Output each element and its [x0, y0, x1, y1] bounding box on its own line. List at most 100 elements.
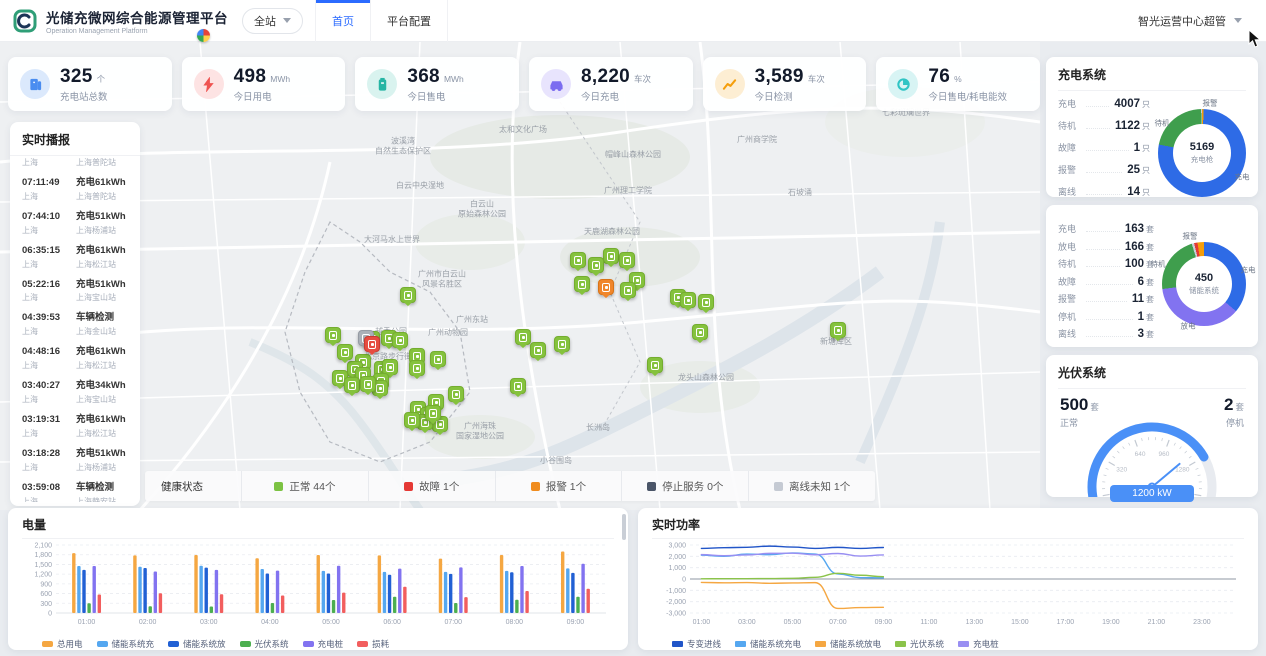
kpi-unit: %	[954, 74, 962, 84]
svg-text:0: 0	[682, 577, 686, 584]
legend-item-专变进线[interactable]: 专变进线	[672, 638, 721, 650]
station-marker-green[interactable]	[430, 351, 446, 367]
station-marker-green[interactable]	[530, 342, 546, 358]
broadcast-city: 上海	[22, 394, 76, 405]
broadcast-station: 上海宝山站	[76, 292, 130, 303]
legend-item-储能系统充电[interactable]: 储能系统充电	[735, 638, 801, 650]
broadcast-time: 05:22:16	[22, 279, 76, 291]
station-marker-green[interactable]	[360, 376, 376, 392]
station-marker-green[interactable]	[515, 329, 531, 345]
charging-system-title: 充电系统	[1058, 66, 1246, 91]
station-marker-green[interactable]	[603, 248, 619, 264]
health-item-故障[interactable]: 故障 1个	[368, 471, 495, 501]
kpi-card-1: 498MWh今日用电	[182, 57, 346, 111]
station-marker-green[interactable]	[692, 324, 708, 340]
charger-glyph-icon	[336, 374, 344, 383]
station-marker-green[interactable]	[647, 357, 663, 373]
legend-item-光伏系统[interactable]: 光伏系统	[895, 638, 944, 650]
charging-system-panel: 充电系统 充电4007只待机1122只故障1只报警25只离线14只 5169充电…	[1046, 57, 1258, 197]
stat-label: 停机	[1058, 310, 1084, 323]
charger-glyph-icon	[558, 340, 566, 349]
station-marker-green[interactable]	[400, 287, 416, 303]
legend-item-储能系统放电[interactable]: 储能系统放电	[815, 638, 881, 650]
broadcast-event: 充电61kWh	[76, 346, 130, 358]
health-item-报警[interactable]: 报警 1个	[495, 471, 622, 501]
site-selector-dropdown[interactable]: 全站	[242, 8, 303, 34]
broadcast-title: 实时播报	[10, 122, 140, 156]
stat-unit: 套	[1146, 294, 1154, 305]
stat-label: 报警	[1058, 163, 1084, 176]
station-marker-green[interactable]	[392, 332, 408, 348]
stat-leader	[1086, 284, 1133, 285]
health-status-title: 健康状态	[145, 479, 241, 494]
legend-item-充电桩[interactable]: 充电桩	[958, 638, 999, 650]
station-marker-orange[interactable]	[598, 279, 614, 295]
legend-swatch	[357, 641, 368, 647]
tab-platform-config[interactable]: 平台配置	[371, 0, 448, 42]
station-marker-green[interactable]	[409, 360, 425, 376]
broadcast-list[interactable]: 07:11:49上海充电61kWh上海普陀站07:11:49上海充电61kWh上…	[10, 156, 140, 502]
stat-label: 离线	[1058, 185, 1084, 198]
charger-glyph-icon	[434, 355, 442, 364]
stat-unit: 只	[1142, 165, 1150, 176]
stat-value: 100	[1125, 258, 1144, 270]
station-marker-green[interactable]	[698, 294, 714, 310]
broadcast-row: 04:39:53上海车辆检测上海金山站	[22, 312, 130, 337]
panel-stat-row: 报警25只	[1058, 163, 1150, 185]
legend-label: 总用电	[57, 638, 83, 650]
legend-label: 储能系统充电	[750, 638, 801, 650]
station-marker-green[interactable]	[325, 327, 341, 343]
svg-text:01:00: 01:00	[693, 619, 711, 626]
kpi-card-0: 325个充电站总数	[8, 57, 172, 111]
station-marker-green[interactable]	[337, 344, 353, 360]
svg-text:960: 960	[1159, 451, 1170, 458]
stat-unit: 套	[1146, 242, 1154, 253]
stat-value: 1	[1138, 311, 1144, 323]
station-marker-green[interactable]	[425, 405, 441, 421]
health-label: 离线未知 1个	[789, 479, 850, 494]
kpi-value: 76	[928, 66, 950, 88]
svg-text:1,800: 1,800	[34, 552, 52, 559]
station-marker-green[interactable]	[510, 378, 526, 394]
broadcast-city: 上海	[22, 428, 76, 439]
tab-home[interactable]: 首页	[315, 0, 371, 42]
health-item-离线未知[interactable]: 离线未知 1个	[748, 471, 875, 501]
efficiency-icon	[888, 69, 918, 99]
legend-item-光伏系统[interactable]: 光伏系统	[240, 638, 289, 650]
station-marker-green[interactable]	[404, 412, 420, 428]
station-marker-red[interactable]	[364, 336, 380, 352]
legend-item-总用电[interactable]: 总用电	[42, 638, 83, 650]
legend-item-储能系统充[interactable]: 储能系统充	[97, 638, 155, 650]
charger-glyph-icon	[834, 326, 842, 335]
city-map[interactable]: 波溪湾 自然生态保护区白云中央湿地太和文化广场帽峰山森林公园广州商学院七彩斑斓世…	[0, 42, 1040, 510]
station-marker-green[interactable]	[619, 252, 635, 268]
health-label: 停止服务 0个	[662, 479, 723, 494]
svg-text:600: 600	[40, 591, 52, 598]
station-marker-green[interactable]	[554, 336, 570, 352]
user-menu[interactable]: 智光运营中心超管	[1138, 13, 1242, 29]
station-marker-green[interactable]	[830, 322, 846, 338]
health-item-正常[interactable]: 正常 44个	[241, 471, 368, 501]
storage-system-panel: 充电163套放电166套待机100套故障6套报警11套停机1套离线3套 450储…	[1046, 205, 1258, 347]
station-marker-green[interactable]	[588, 257, 604, 273]
stat-leader	[1086, 266, 1120, 267]
legend-item-储能系统放[interactable]: 储能系统放	[168, 638, 226, 650]
legend-item-损耗[interactable]: 损耗	[357, 638, 389, 650]
station-marker-green[interactable]	[620, 282, 636, 298]
health-item-停止服务[interactable]: 停止服务 0个	[621, 471, 748, 501]
station-marker-green[interactable]	[570, 252, 586, 268]
broadcast-event-col: 充电61kWh上海松江站	[76, 245, 130, 270]
power-chart-card: 实时功率 3,0002,0001,0000-1,000-2,000-3,0000…	[638, 508, 1258, 650]
charger-glyph-icon	[429, 409, 437, 418]
station-marker-green[interactable]	[680, 292, 696, 308]
legend-item-充电桩[interactable]: 充电桩	[303, 638, 344, 650]
broadcast-city: 上海	[22, 326, 76, 337]
charger-glyph-icon	[534, 346, 542, 355]
broadcast-city: 上海	[22, 292, 76, 303]
card-scrollbar[interactable]	[622, 514, 626, 540]
svg-text:1280: 1280	[1175, 467, 1190, 474]
station-marker-green[interactable]	[574, 276, 590, 292]
station-marker-green[interactable]	[448, 386, 464, 402]
charger-glyph-icon	[386, 363, 394, 372]
station-marker-green[interactable]	[344, 377, 360, 393]
